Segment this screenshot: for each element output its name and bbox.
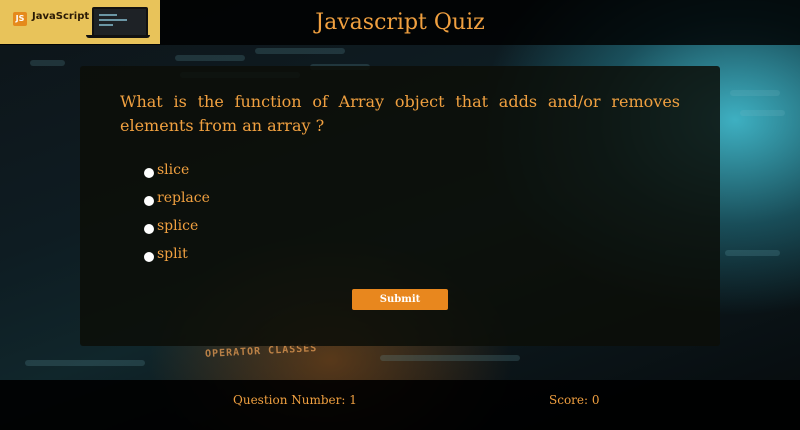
answer-option-label: replace	[157, 190, 210, 206]
answer-options: slice replace splice split	[144, 156, 210, 268]
laptop-icon	[92, 7, 148, 37]
logo-text: JavaScript	[32, 11, 90, 22]
answer-option[interactable]: slice	[144, 156, 210, 184]
header-bar: Javascript Quiz JS JavaScript	[0, 0, 800, 45]
radio-button-icon[interactable]	[144, 196, 154, 206]
score: Score: 0	[549, 393, 600, 407]
answer-option-label: splice	[157, 218, 199, 234]
question-number: Question Number: 1	[233, 393, 357, 407]
answer-option-label: split	[157, 246, 188, 262]
laptop-base	[86, 35, 150, 38]
answer-option[interactable]: split	[144, 240, 210, 268]
radio-button-icon[interactable]	[144, 252, 154, 262]
answer-option[interactable]: splice	[144, 212, 210, 240]
footer-bar: Question Number: 1 Score: 0	[0, 380, 800, 430]
javascript-logo-icon: JS	[13, 12, 27, 26]
quiz-card: What is the function of Array object tha…	[80, 66, 720, 346]
question-text: What is the function of Array object tha…	[120, 92, 680, 135]
answer-option-label: slice	[157, 162, 190, 178]
submit-button[interactable]: Submit	[352, 289, 448, 310]
javascript-logo: JS JavaScript	[0, 0, 160, 44]
radio-button-icon[interactable]	[144, 168, 154, 178]
answer-option[interactable]: replace	[144, 184, 210, 212]
radio-button-icon[interactable]	[144, 224, 154, 234]
